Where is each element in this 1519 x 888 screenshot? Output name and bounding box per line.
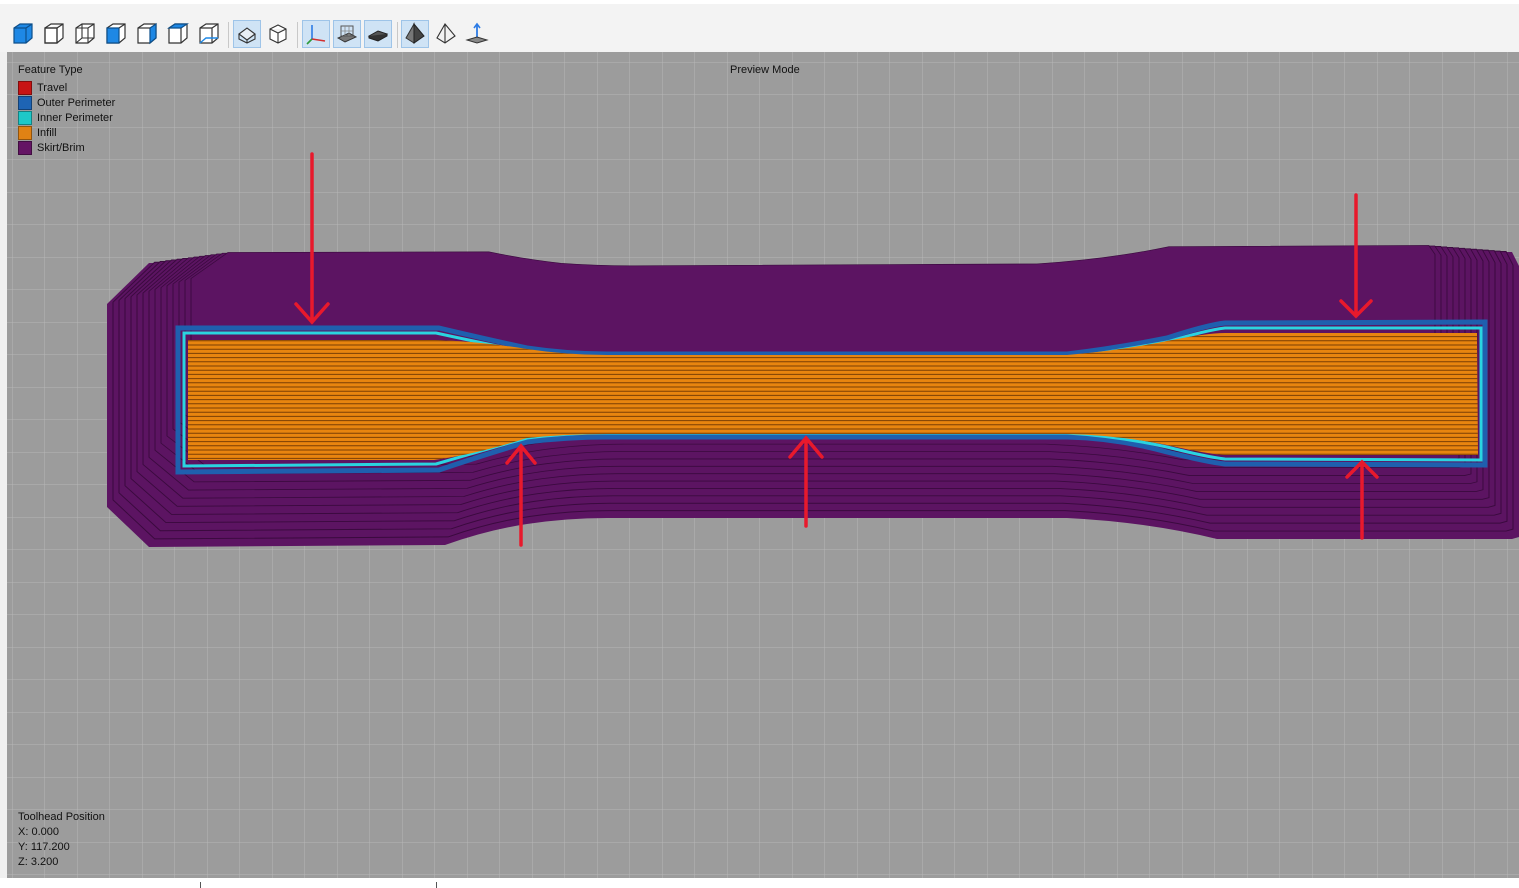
toolbar-separator xyxy=(228,22,229,48)
top-view-icon xyxy=(167,23,189,44)
bottom-view-icon xyxy=(199,23,219,44)
left-view-icon xyxy=(106,23,126,44)
wireframe-shading-icon xyxy=(436,23,456,44)
legend-swatch xyxy=(18,140,32,155)
legend-swatch xyxy=(18,95,32,110)
status-divider xyxy=(200,882,201,888)
legend-item-inner-perimeter: Inner Perimeter xyxy=(18,110,115,125)
legend-title: Feature Type xyxy=(18,64,83,76)
toolhead-position-icon xyxy=(465,22,489,44)
top-view-button[interactable] xyxy=(164,20,192,48)
right-view-button[interactable] xyxy=(133,20,161,48)
front-view-button[interactable] xyxy=(40,20,68,48)
left-view-button[interactable] xyxy=(102,20,130,48)
legend-label: Skirt/Brim xyxy=(37,141,85,154)
legend-item-outer-perimeter: Outer Perimeter xyxy=(18,95,115,110)
status-divider xyxy=(436,882,437,888)
legend-item-infill: Infill xyxy=(18,125,115,140)
right-view-icon xyxy=(137,22,157,45)
legend-swatch xyxy=(18,110,32,125)
front-view-icon xyxy=(44,23,64,44)
bottom-view-button[interactable] xyxy=(195,20,223,48)
perspective-projection-icon xyxy=(238,27,256,44)
toolbar-separator xyxy=(297,22,298,48)
toolhead-position-readout: Toolhead Position X: 0.000 Y: 117.200 Z:… xyxy=(18,810,105,870)
wireframe-shading-button[interactable] xyxy=(432,20,460,48)
orthographic-projection-button[interactable] xyxy=(264,20,292,48)
legend-label: Travel xyxy=(37,81,68,94)
legend-label: Outer Perimeter xyxy=(37,96,116,109)
solid-cube-view-button[interactable] xyxy=(9,20,37,48)
legend-item-travel: Travel xyxy=(18,80,115,95)
toolhead-title: Toolhead Position xyxy=(18,811,105,823)
legend-item-skirt-brim: Skirt/Brim xyxy=(18,140,115,155)
preview-mode-label: Preview Mode xyxy=(730,64,800,76)
toolhead-x: X: 0.000 xyxy=(18,826,59,838)
bed-toggle-icon xyxy=(336,25,358,43)
view-toolbar xyxy=(0,0,1519,52)
legend-swatch xyxy=(18,125,32,140)
back-view-icon xyxy=(75,23,95,44)
status-bar xyxy=(0,878,1519,888)
solid-shading-button[interactable] xyxy=(401,20,429,48)
print-preview-canvas[interactable] xyxy=(7,52,1519,878)
shadow-toggle-button[interactable] xyxy=(364,20,392,48)
toolhead-y: Y: 117.200 xyxy=(18,841,70,853)
perspective-projection-button[interactable] xyxy=(233,20,261,48)
toolhead-position-button[interactable] xyxy=(463,20,491,48)
solid-shading-icon xyxy=(405,22,425,44)
legend-label: Inner Perimeter xyxy=(37,111,113,124)
bed-toggle-button[interactable] xyxy=(333,20,361,48)
feature-type-legend: Feature Type Travel Outer Perimeter Inne… xyxy=(18,64,115,155)
toolbar-separator xyxy=(397,22,398,48)
solid-cube-view-icon xyxy=(13,23,33,44)
back-view-button[interactable] xyxy=(71,20,99,48)
shadow-toggle-icon xyxy=(367,30,389,42)
axes-toggle-icon xyxy=(306,25,326,45)
print-preview-viewport[interactable]: Feature Type Travel Outer Perimeter Inne… xyxy=(7,52,1519,878)
legend-label: Infill xyxy=(37,126,57,139)
legend-swatch xyxy=(18,80,32,95)
orthographic-projection-icon xyxy=(269,24,287,44)
toolhead-z: Z: 3.200 xyxy=(18,856,59,868)
axes-toggle-button[interactable] xyxy=(302,20,330,48)
